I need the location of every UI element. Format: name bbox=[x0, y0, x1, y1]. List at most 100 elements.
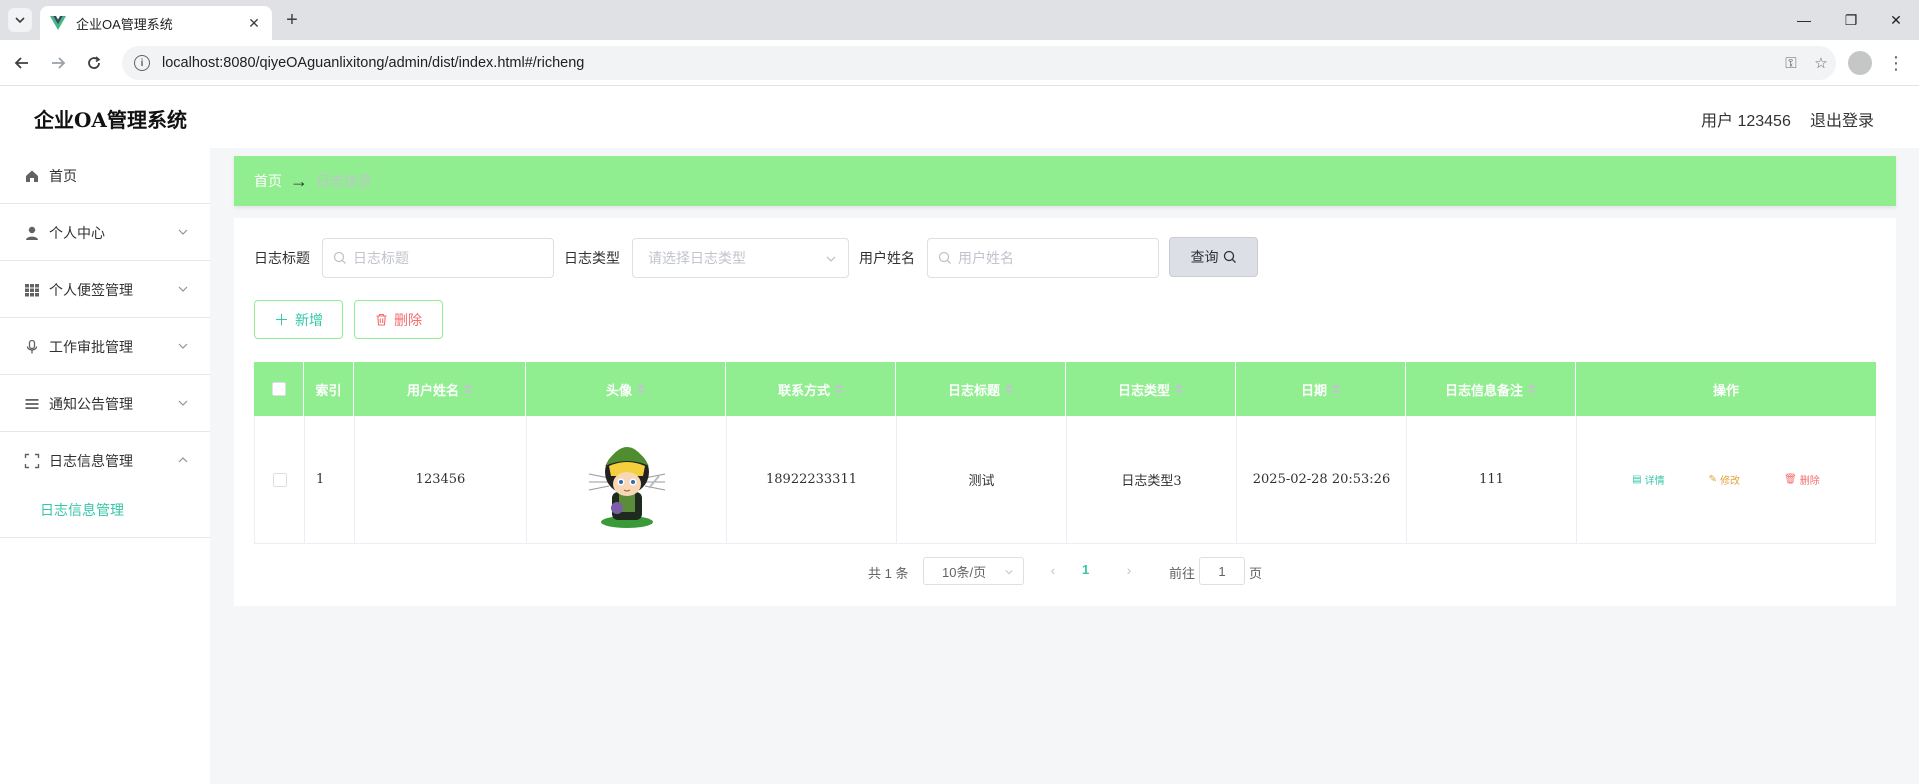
page-suffix-label: 页 bbox=[1249, 566, 1263, 581]
restore-button[interactable]: ❐ bbox=[1829, 0, 1873, 40]
trash-icon bbox=[376, 313, 387, 326]
row-delete-label: 删除 bbox=[1799, 476, 1820, 487]
row-edit-label: 修改 bbox=[1720, 476, 1741, 487]
chevron-down-icon bbox=[826, 256, 836, 262]
prev-page-button[interactable]: ‹ bbox=[1046, 560, 1060, 580]
sort-icon[interactable] bbox=[1332, 384, 1340, 394]
filter-type-label: 日志类型 bbox=[564, 250, 620, 266]
forward-button[interactable] bbox=[46, 51, 70, 75]
chevron-down-icon bbox=[178, 229, 188, 235]
site-info-icon[interactable]: i bbox=[134, 55, 150, 71]
page-number-current[interactable]: 1 bbox=[1082, 562, 1089, 577]
cell-log-type: 日志类型3 bbox=[1067, 416, 1237, 543]
row-select-cell bbox=[255, 416, 305, 543]
sidebar: 首页 个人中心 个人便签管理 工作审批管理 通知公告管理 日志信息管理 日志信息… bbox=[0, 148, 210, 784]
sort-icon[interactable] bbox=[1005, 384, 1013, 394]
minimize-button[interactable]: — bbox=[1782, 0, 1826, 40]
next-page-button[interactable]: › bbox=[1122, 560, 1136, 580]
sidebar-subitem-log-management[interactable]: 日志信息管理 bbox=[0, 482, 210, 538]
cell-remark: 111 bbox=[1407, 416, 1577, 543]
password-key-icon[interactable]: ⚿ bbox=[1776, 51, 1806, 75]
chevron-down-icon bbox=[178, 343, 188, 349]
url-text[interactable]: localhost:8080/qiyeOAguanlixitong/admin/… bbox=[162, 55, 1776, 71]
column-header-label: 用户姓名 bbox=[406, 382, 459, 398]
row-detail-label: 详情 bbox=[1644, 476, 1665, 487]
sort-icon[interactable] bbox=[637, 384, 645, 394]
goto-page-input[interactable]: 1 bbox=[1199, 557, 1245, 585]
sort-icon[interactable] bbox=[1528, 384, 1536, 394]
column-header-avatar[interactable]: 头像 bbox=[526, 362, 726, 416]
chevron-down-icon bbox=[178, 400, 188, 406]
back-button[interactable] bbox=[10, 51, 34, 75]
reload-icon bbox=[88, 56, 101, 69]
filter-user-input[interactable]: 用户姓名 bbox=[927, 238, 1159, 278]
sort-icon[interactable] bbox=[835, 384, 843, 394]
column-header-username[interactable]: 用户姓名 bbox=[354, 362, 526, 416]
close-window-button[interactable]: ✕ bbox=[1874, 0, 1918, 40]
app-title: 企业OA管理系统 bbox=[34, 108, 187, 132]
sidebar-item-announcements[interactable]: 通知公告管理 bbox=[0, 376, 210, 432]
trash-icon: 🗑 bbox=[1784, 474, 1797, 485]
omnibox[interactable]: i localhost:8080/qiyeOAguanlixitong/admi… bbox=[122, 46, 1836, 80]
filter-title-label: 日志标题 bbox=[254, 250, 310, 266]
tab-close-icon[interactable]: ✕ bbox=[246, 15, 262, 31]
user-avatar-image[interactable] bbox=[579, 430, 675, 530]
column-header-label: 日期 bbox=[1300, 382, 1327, 398]
browser-menu-icon[interactable]: ⋮ bbox=[1886, 51, 1906, 75]
user-icon bbox=[24, 225, 40, 241]
home-icon bbox=[24, 168, 40, 184]
column-header-label: 日志信息备注 bbox=[1444, 382, 1523, 398]
chevron-down-icon bbox=[178, 286, 188, 292]
fullscreen-icon bbox=[24, 453, 40, 469]
table-header: 索引 用户姓名 头像 联系方式 日志标题 日志类型 日期 日志信息备注 操作 bbox=[254, 362, 1876, 416]
tab-search-button[interactable] bbox=[8, 8, 32, 32]
browser-tab[interactable]: 企业OA管理系统 ✕ bbox=[40, 6, 272, 40]
page-size-select[interactable]: 10条/页 bbox=[923, 557, 1024, 585]
add-button[interactable]: ＋ 新增 bbox=[254, 300, 343, 339]
column-header-date[interactable]: 日期 bbox=[1236, 362, 1406, 416]
cell-phone: 18922233311 bbox=[727, 416, 897, 543]
query-button[interactable]: 查询 bbox=[1169, 237, 1258, 277]
row-edit-button[interactable]: ✎ 修改 bbox=[1709, 472, 1740, 487]
column-header-remark[interactable]: 日志信息备注 bbox=[1406, 362, 1576, 416]
profile-avatar-icon[interactable] bbox=[1848, 51, 1872, 75]
column-header-log-title[interactable]: 日志标题 bbox=[896, 362, 1066, 416]
bookmark-star-icon[interactable]: ☆ bbox=[1806, 51, 1836, 75]
delete-button[interactable]: 删除 bbox=[354, 300, 443, 339]
new-tab-button[interactable]: + bbox=[282, 9, 302, 31]
pagination-total: 共 1 条 bbox=[868, 566, 909, 581]
add-button-label: 新增 bbox=[295, 311, 323, 328]
column-header-label: 日志类型 bbox=[1117, 382, 1170, 398]
column-header-log-type[interactable]: 日志类型 bbox=[1066, 362, 1236, 416]
cell-avatar bbox=[527, 416, 727, 543]
row-detail-button[interactable]: ▤ 详情 bbox=[1632, 472, 1664, 487]
logout-link[interactable]: 退出登录 bbox=[1810, 107, 1874, 131]
filter-title-placeholder: 日志标题 bbox=[353, 250, 409, 266]
sort-icon[interactable] bbox=[1175, 384, 1183, 394]
sort-icon[interactable] bbox=[464, 384, 472, 394]
row-delete-button[interactable]: 🗑 删除 bbox=[1784, 472, 1820, 487]
chevron-down-icon bbox=[15, 17, 25, 24]
reload-button[interactable] bbox=[82, 51, 106, 75]
select-all-cell bbox=[254, 362, 304, 416]
row-checkbox[interactable] bbox=[272, 472, 287, 487]
sidebar-item-personal-center[interactable]: 个人中心 bbox=[0, 205, 210, 261]
sidebar-item-label: 个人中心 bbox=[49, 224, 105, 241]
sidebar-item-notes[interactable]: 个人便签管理 bbox=[0, 262, 210, 318]
filter-type-select[interactable]: 请选择日志类型 bbox=[632, 238, 849, 278]
forward-arrow-icon bbox=[52, 57, 66, 69]
list-icon bbox=[24, 396, 40, 412]
address-bar: i localhost:8080/qiyeOAguanlixitong/admi… bbox=[0, 40, 1919, 86]
sidebar-item-home[interactable]: 首页 bbox=[0, 148, 210, 204]
table-row: 1 123456 18922233311 测试 日志类型3 2025-02-28… bbox=[254, 416, 1876, 544]
select-all-checkbox[interactable] bbox=[271, 382, 286, 396]
sidebar-item-approval[interactable]: 工作审批管理 bbox=[0, 319, 210, 375]
app-header: 企业OA管理系统 用户 123456 退出登录 bbox=[0, 86, 1919, 148]
column-header-index: 索引 bbox=[304, 362, 354, 416]
sidebar-item-logs[interactable]: 日志信息管理 bbox=[0, 433, 210, 489]
filter-user-label: 用户姓名 bbox=[859, 250, 915, 266]
breadcrumb-home-link[interactable]: 首页 bbox=[254, 171, 282, 191]
breadcrumb: 首页 → 日志信息 bbox=[234, 156, 1896, 206]
column-header-phone[interactable]: 联系方式 bbox=[726, 362, 896, 416]
filter-title-input[interactable]: 日志标题 bbox=[322, 238, 554, 278]
